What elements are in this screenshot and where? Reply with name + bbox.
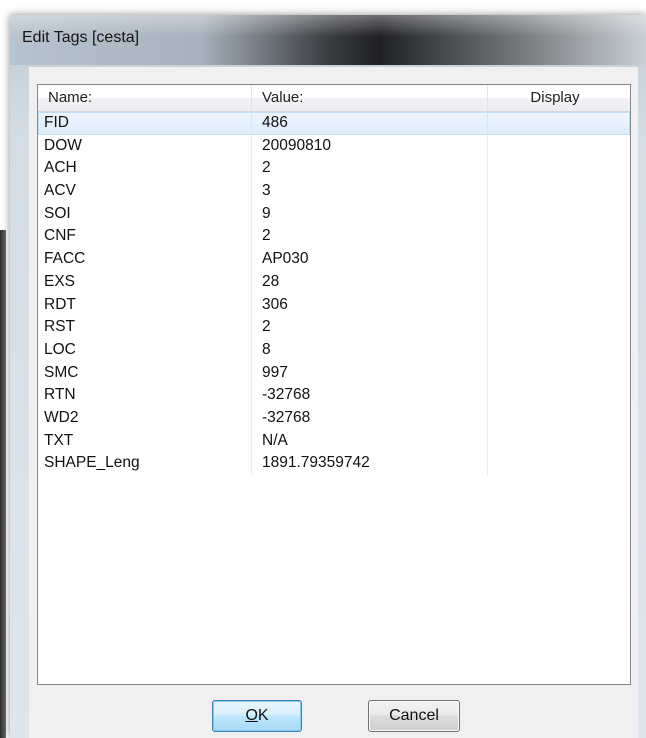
cell-value: 8 <box>252 338 488 362</box>
cell-display <box>488 157 630 180</box>
table-row[interactable]: RDT 306 <box>38 293 630 317</box>
cell-name: TXT <box>38 429 252 453</box>
cell-value: 9 <box>252 202 488 226</box>
cell-value: 2 <box>252 157 488 181</box>
cell-name: RDT <box>38 293 252 317</box>
cell-value: 997 <box>252 361 488 385</box>
cell-name: EXS <box>38 270 252 294</box>
ok-mnemonic: O <box>245 707 258 724</box>
title-bar[interactable]: Edit Tags [cesta] <box>10 15 646 65</box>
cell-value: 3 <box>252 180 488 203</box>
cell-value: 28 <box>252 270 488 294</box>
cell-display <box>488 430 630 453</box>
cell-name: FID <box>38 112 252 135</box>
table-row[interactable]: ACV 3 <box>38 180 630 203</box>
table-row[interactable]: TXT N/A <box>38 429 630 453</box>
column-header-display[interactable]: Display <box>488 85 622 111</box>
cell-display <box>488 135 630 158</box>
desktop-background <box>0 230 6 738</box>
cell-name: CNF <box>38 225 252 249</box>
table-row[interactable]: FACC AP030 <box>38 248 630 271</box>
cell-value: 20090810 <box>252 134 488 158</box>
cell-display <box>488 203 630 226</box>
cell-display <box>488 316 630 339</box>
table-row[interactable]: SMC 997 <box>38 361 630 385</box>
cancel-button[interactable]: Cancel <box>368 700 460 732</box>
table-row[interactable]: LOC 8 <box>38 338 630 362</box>
cell-name: DOW <box>38 134 252 158</box>
dialog-title: Edit Tags [cesta] <box>22 29 140 46</box>
dialog-client-area: Name: Value: Display FID 486 DOW 20090810 AC… <box>29 67 638 738</box>
cell-value: 1891.79359742 <box>252 452 488 475</box>
table-row[interactable]: RTN -32768 <box>38 384 630 407</box>
cell-value: -32768 <box>252 406 488 430</box>
table-row[interactable]: DOW 20090810 <box>38 134 630 158</box>
cell-display <box>488 294 630 317</box>
cell-value: N/A <box>252 429 488 453</box>
list-rows: FID 486 DOW 20090810 ACH 2 ACV 3 SOI 9 CNF 2 FACC AP0… <box>38 112 630 475</box>
cell-display <box>488 339 630 362</box>
table-row[interactable]: CNF 2 <box>38 225 630 249</box>
cell-name: FACC <box>38 248 252 271</box>
cell-value: AP030 <box>252 248 488 271</box>
column-header-name[interactable]: Name: <box>38 85 252 111</box>
cell-display <box>488 180 630 203</box>
table-row[interactable]: FID 486 <box>38 112 630 135</box>
ok-label-rest: K <box>257 707 269 724</box>
cell-value: 306 <box>252 293 488 317</box>
cell-name: RST <box>38 316 252 339</box>
cell-display <box>488 362 630 385</box>
table-row[interactable]: EXS 28 <box>38 270 630 294</box>
table-row[interactable]: SOI 9 <box>38 202 630 226</box>
list-header: Name: Value: Display <box>38 85 630 112</box>
cell-display <box>488 112 630 135</box>
cell-name: LOC <box>38 338 252 362</box>
cell-display <box>488 225 630 248</box>
table-row[interactable]: ACH 2 <box>38 157 630 181</box>
cell-name: RTN <box>38 384 252 407</box>
edit-tags-dialog: Edit Tags [cesta] Name: Value: Display F… <box>10 15 646 738</box>
cell-display <box>488 452 630 475</box>
cell-name: SHAPE_Leng <box>38 452 252 475</box>
cell-value: 2 <box>252 225 488 249</box>
cell-display <box>488 384 630 407</box>
cell-value: 486 <box>252 112 488 135</box>
cell-display <box>488 248 630 271</box>
cell-value: -32768 <box>252 384 488 407</box>
cell-name: ACH <box>38 157 252 181</box>
tags-list-view[interactable]: Name: Value: Display FID 486 DOW 20090810 AC… <box>37 84 631 685</box>
table-row[interactable]: SHAPE_Leng 1891.79359742 <box>38 452 630 475</box>
cell-name: SOI <box>38 202 252 226</box>
column-header-value[interactable]: Value: <box>252 85 488 111</box>
cell-value: 2 <box>252 316 488 339</box>
ok-button[interactable]: OK <box>212 700 302 732</box>
cell-name: ACV <box>38 180 252 203</box>
cell-name: WD2 <box>38 406 252 430</box>
table-row[interactable]: WD2 -32768 <box>38 406 630 430</box>
table-row[interactable]: RST 2 <box>38 316 630 339</box>
cell-display <box>488 271 630 294</box>
cell-display <box>488 407 630 430</box>
cell-name: SMC <box>38 361 252 385</box>
